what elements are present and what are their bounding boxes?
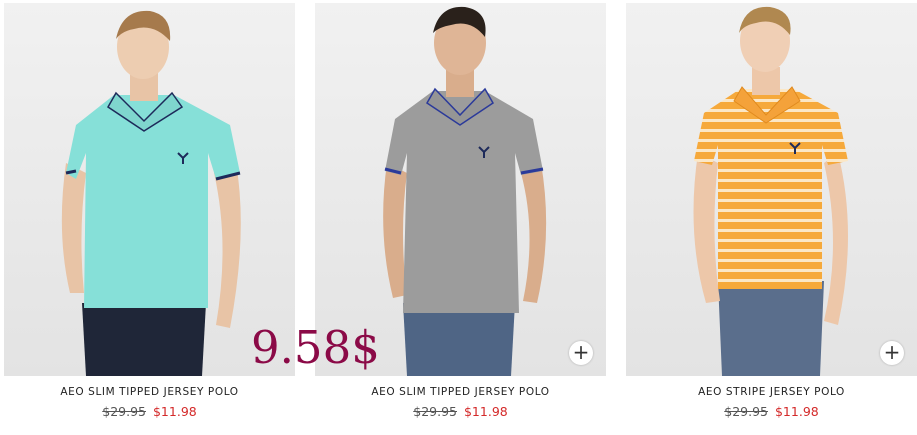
- model-illustration-3: [693, 6, 848, 376]
- add-to-bag-button-2[interactable]: +: [569, 341, 593, 365]
- sale-price-1: $11.98: [152, 404, 197, 419]
- product-name-1[interactable]: AEO SLIM TIPPED JERSEY POLO: [4, 386, 295, 398]
- add-to-bag-button-3[interactable]: +: [880, 341, 904, 365]
- overlay-price: 9.58$: [251, 321, 380, 374]
- original-price-3: $29.95: [724, 404, 768, 419]
- sale-price-3: $11.98: [774, 404, 819, 419]
- original-price-2: $29.95: [413, 404, 457, 419]
- product-prices-2: $29.95 $11.98: [315, 404, 606, 419]
- product-card-3[interactable]: + AEO STRIPE JERSEY POLO $29.95 $11.98: [626, 3, 917, 419]
- product-prices-3: $29.95 $11.98: [626, 404, 917, 419]
- product-name-3[interactable]: AEO STRIPE JERSEY POLO: [626, 386, 917, 398]
- product-image-3[interactable]: +: [626, 3, 917, 376]
- original-price-1: $29.95: [102, 404, 146, 419]
- product-prices-1: $29.95 $11.98: [4, 404, 295, 419]
- product-name-2[interactable]: AEO SLIM TIPPED JERSEY POLO: [315, 386, 606, 398]
- sale-price-2: $11.98: [463, 404, 508, 419]
